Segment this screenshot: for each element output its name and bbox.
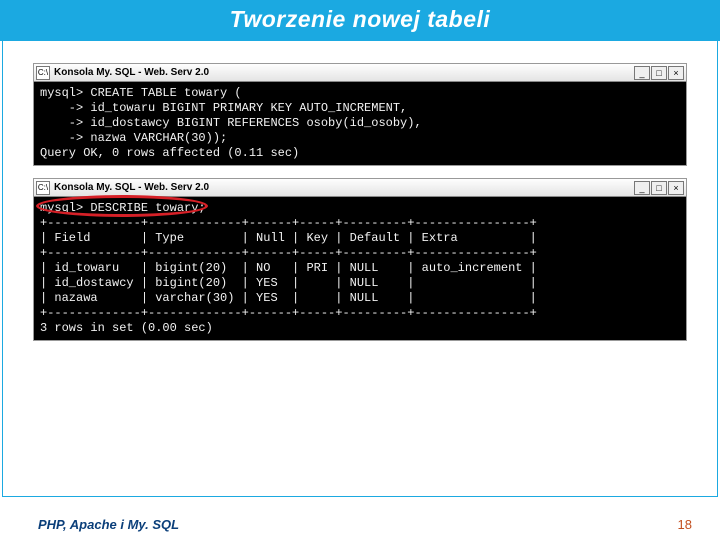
term-line: -> id_dostawcy BIGINT REFERENCES osoby(i…	[40, 116, 422, 130]
terminal-output-create: mysql> CREATE TABLE towary ( -> id_towar…	[34, 82, 686, 165]
terminal-output-describe: mysql> DESCRIBE towary; +-------------+-…	[34, 197, 686, 340]
term-line: 3 rows in set (0.00 sec)	[40, 321, 213, 335]
footer: PHP, Apache i My. SQL 18	[0, 517, 720, 532]
page-number: 18	[678, 517, 692, 532]
term-line: | Field | Type | Null | Key | Default | …	[40, 231, 537, 245]
term-line: mysql> CREATE TABLE towary (	[40, 86, 242, 100]
maximize-button[interactable]: □	[651, 66, 667, 80]
titlebar: C:\ Konsola My. SQL - Web. Serv 2.0 _ □ …	[34, 64, 686, 82]
close-button[interactable]: ×	[668, 66, 684, 80]
console-icon: C:\	[36, 66, 50, 80]
titlebar: C:\ Konsola My. SQL - Web. Serv 2.0 _ □ …	[34, 179, 686, 197]
term-line: +-------------+-------------+------+----…	[40, 306, 537, 320]
console-window-describe: C:\ Konsola My. SQL - Web. Serv 2.0 _ □ …	[33, 178, 687, 341]
minimize-button[interactable]: _	[634, 181, 650, 195]
term-line: -> nazwa VARCHAR(30));	[40, 131, 227, 145]
term-line: +-------------+-------------+------+----…	[40, 246, 537, 260]
term-line: Query OK, 0 rows affected (0.11 sec)	[40, 146, 299, 160]
term-line: +-------------+-------------+------+----…	[40, 216, 537, 230]
slide-body: C:\ Konsola My. SQL - Web. Serv 2.0 _ □ …	[2, 41, 718, 497]
console-window-create: C:\ Konsola My. SQL - Web. Serv 2.0 _ □ …	[33, 63, 687, 166]
term-line: | id_towaru | bigint(20) | NO | PRI | NU…	[40, 261, 537, 275]
maximize-button[interactable]: □	[651, 181, 667, 195]
footer-left: PHP, Apache i My. SQL	[38, 517, 179, 532]
console-icon: C:\	[36, 181, 50, 195]
term-line: | nazawa | varchar(30) | YES | | NULL | …	[40, 291, 537, 305]
slide-title: Tworzenie nowej tabeli	[0, 0, 720, 41]
minimize-button[interactable]: _	[634, 66, 650, 80]
close-button[interactable]: ×	[668, 181, 684, 195]
term-line: mysql> DESCRIBE towary;	[40, 201, 206, 215]
window-title: Konsola My. SQL - Web. Serv 2.0	[54, 67, 209, 78]
term-line: -> id_towaru BIGINT PRIMARY KEY AUTO_INC…	[40, 101, 407, 115]
window-title: Konsola My. SQL - Web. Serv 2.0	[54, 182, 209, 193]
term-line: | id_dostawcy | bigint(20) | YES | | NUL…	[40, 276, 537, 290]
